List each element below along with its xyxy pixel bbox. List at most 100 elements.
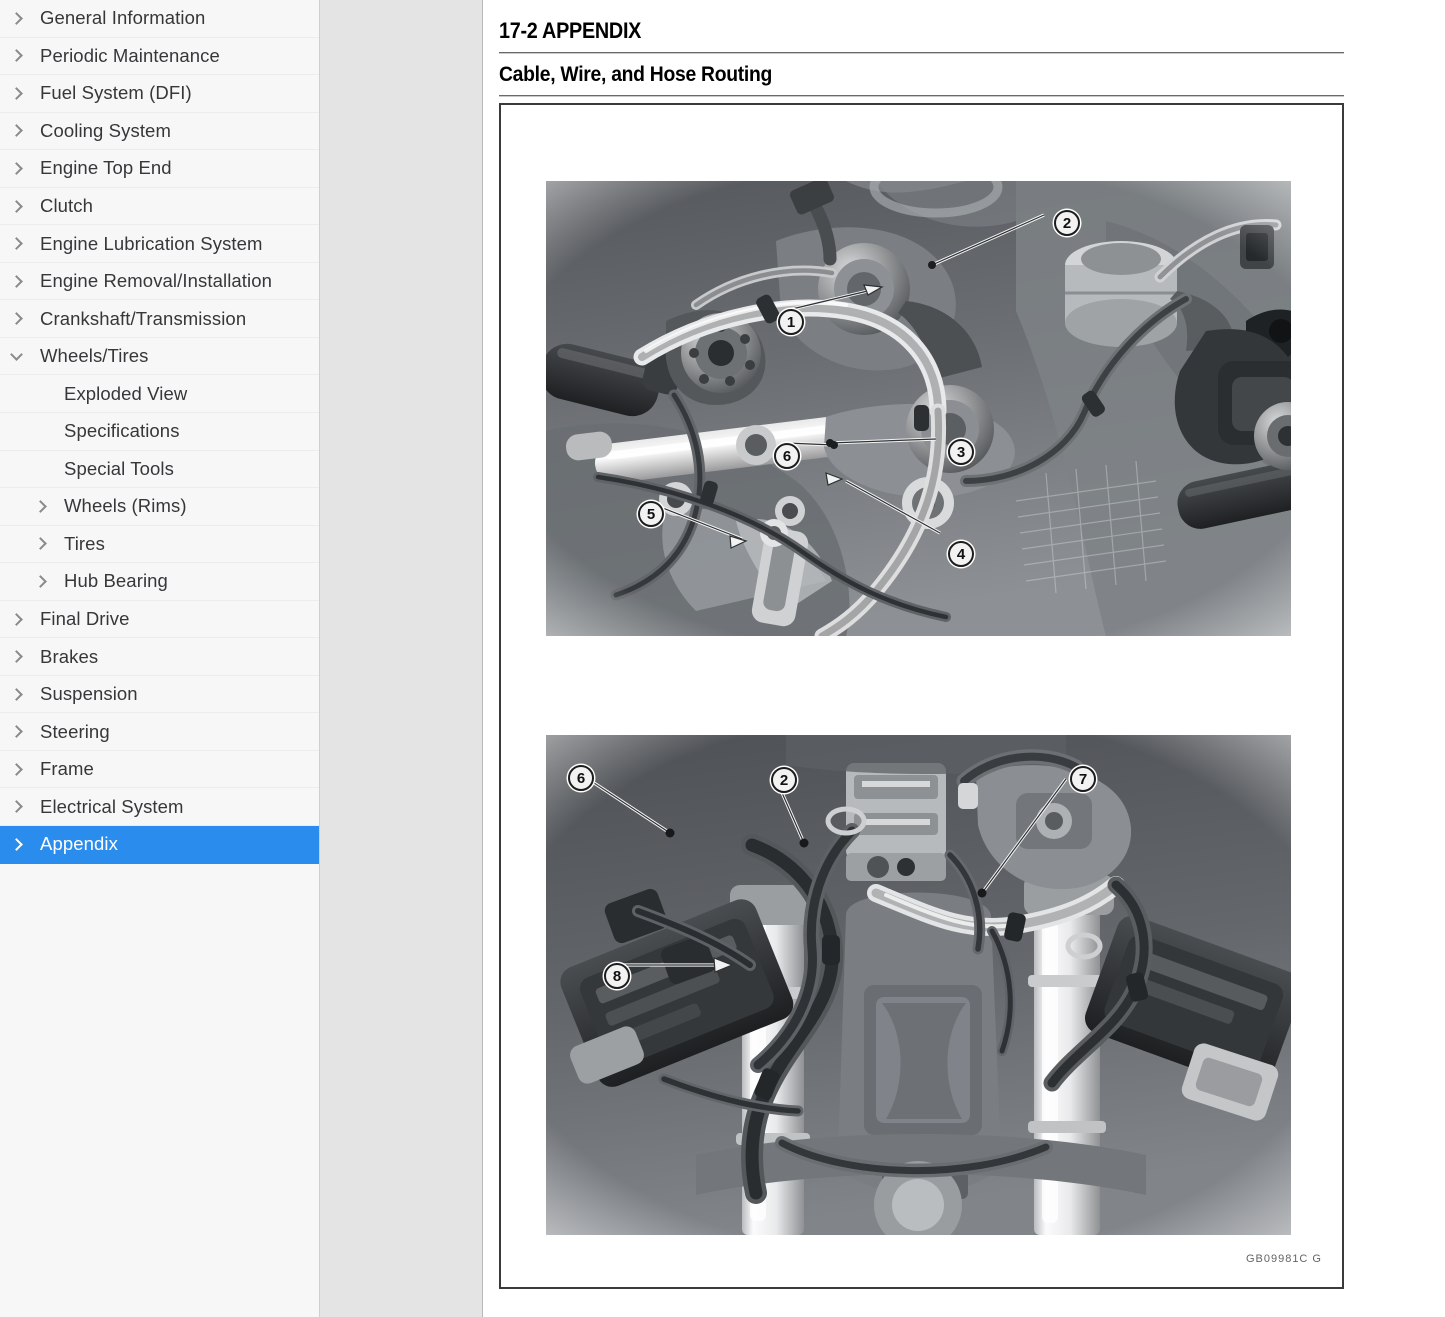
sidebar-item-label: Engine Removal/Installation [40, 270, 272, 292]
chevron-right-icon[interactable] [0, 188, 40, 225]
chevron-right-icon-glyph [34, 575, 47, 588]
callout-marker-2: 2 [771, 767, 797, 793]
document-pane: 17-2 APPENDIX Cable, Wire, and Hose Rout… [483, 0, 1445, 1317]
figure-2-artwork [546, 735, 1291, 1235]
callout-marker-6: 6 [774, 443, 800, 469]
sidebar-item-specifications[interactable]: Specifications [0, 413, 319, 451]
chevron-right-icon-glyph [10, 650, 23, 663]
chevron-right-icon[interactable] [0, 38, 40, 75]
chevron-right-icon-glyph [10, 613, 23, 626]
sidebar-item-exploded-view[interactable]: Exploded View [0, 375, 319, 413]
sidebar-item-steering[interactable]: Steering [0, 713, 319, 751]
chevron-right-icon[interactable] [0, 263, 40, 300]
chevron-right-icon[interactable] [0, 563, 64, 600]
chevron-right-icon-glyph [10, 12, 23, 25]
chevron-right-icon[interactable] [0, 0, 40, 37]
figure-1-artwork [546, 181, 1291, 636]
no-icon-spacer [0, 413, 64, 450]
sidebar-item-label: Brakes [40, 646, 98, 668]
chevron-right-icon[interactable] [0, 488, 64, 525]
chevron-right-icon-glyph [10, 200, 23, 213]
chevron-right-icon[interactable] [0, 713, 40, 750]
sidebar-item-general-information[interactable]: General Information [0, 0, 319, 38]
callout-marker-7: 7 [1070, 766, 1096, 792]
sidebar-item-label: Exploded View [64, 383, 187, 405]
chevron-right-icon[interactable] [0, 113, 40, 150]
sidebar-item-label: Electrical System [40, 796, 184, 818]
chevron-right-icon[interactable] [0, 676, 40, 713]
figure-1-image [546, 181, 1291, 636]
sidebar-item-final-drive[interactable]: Final Drive [0, 601, 319, 639]
figure-handlebar-routing: 123456 [546, 181, 1291, 636]
sidebar-item-crankshaft-transmission[interactable]: Crankshaft/Transmission [0, 300, 319, 338]
sidebar-item-brakes[interactable]: Brakes [0, 638, 319, 676]
chevron-right-icon-glyph [34, 500, 47, 513]
figure-code-label: GB09981C G [1246, 1253, 1322, 1265]
sidebar-item-list: General Information Periodic Maintenance F… [0, 0, 319, 864]
sidebar-item-clutch[interactable]: Clutch [0, 188, 319, 226]
sidebar-item-appendix[interactable]: Appendix [0, 826, 319, 864]
callout-marker-3: 3 [948, 439, 974, 465]
chevron-right-icon-glyph [34, 538, 47, 551]
chevron-right-icon-glyph [10, 688, 23, 701]
chevron-right-icon-glyph [10, 312, 23, 325]
sidebar-item-label: Final Drive [40, 608, 130, 630]
chevron-right-icon[interactable] [0, 601, 40, 638]
callout-marker-8: 8 [604, 963, 630, 989]
callout-marker-5: 5 [638, 501, 664, 527]
sidebar-item-label: Wheels (Rims) [64, 495, 187, 517]
page-title: 17-2 APPENDIX [499, 18, 1260, 44]
sidebar-item-periodic-maintenance[interactable]: Periodic Maintenance [0, 38, 319, 76]
sidebar-item-engine-lubrication-system[interactable]: Engine Lubrication System [0, 225, 319, 263]
sidebar-item-label: Engine Lubrication System [40, 233, 263, 255]
chevron-right-icon-glyph [10, 87, 23, 100]
manual-viewer-window: General Information Periodic Maintenance F… [0, 0, 1445, 1317]
figure-engine-routing: 6 2 7 8 [546, 735, 1291, 1235]
chevron-right-icon-glyph [10, 125, 23, 138]
chevron-right-icon[interactable] [0, 150, 40, 187]
sidebar-item-electrical-system[interactable]: Electrical System [0, 788, 319, 826]
callout-marker-4: 4 [948, 541, 974, 567]
chevron-right-icon[interactable] [0, 225, 40, 262]
sidebar-item-hub-bearing[interactable]: Hub Bearing [0, 563, 319, 601]
sidebar-item-wheels-rims[interactable]: Wheels (Rims) [0, 488, 319, 526]
sidebar-item-label: Clutch [40, 195, 93, 217]
chevron-right-icon[interactable] [0, 788, 40, 825]
callout-marker-2: 2 [1054, 210, 1080, 236]
page-header-block: 17-2 APPENDIX Cable, Wire, and Hose Rout… [499, 18, 1344, 97]
chevron-down-icon[interactable] [0, 338, 40, 375]
sidebar-item-suspension[interactable]: Suspension [0, 676, 319, 714]
no-icon-spacer [0, 375, 64, 412]
sidebar-item-label: Crankshaft/Transmission [40, 308, 246, 330]
sidebar-item-label: Cooling System [40, 120, 171, 142]
sidebar-item-engine-removal-installation[interactable]: Engine Removal/Installation [0, 263, 319, 301]
sidebar-item-label: Hub Bearing [64, 570, 168, 592]
sidebar-item-tires[interactable]: Tires [0, 526, 319, 564]
chevron-right-icon[interactable] [0, 300, 40, 337]
sidebar-item-label: Suspension [40, 683, 138, 705]
chevron-right-icon[interactable] [0, 638, 40, 675]
chevron-right-icon[interactable] [0, 826, 40, 863]
chevron-right-icon[interactable] [0, 526, 64, 563]
chevron-right-icon-glyph [10, 49, 23, 62]
sidebar-navigation[interactable]: General Information Periodic Maintenance F… [0, 0, 320, 1317]
chevron-right-icon-glyph [10, 237, 23, 250]
chevron-right-icon[interactable] [0, 75, 40, 112]
chevron-down-icon-glyph [10, 348, 23, 361]
sidebar-item-wheels-tires[interactable]: Wheels/Tires [0, 338, 319, 376]
sidebar-item-label: Appendix [40, 833, 118, 855]
sidebar-item-cooling-system[interactable]: Cooling System [0, 113, 319, 151]
sidebar-item-label: Periodic Maintenance [40, 45, 220, 67]
sidebar-item-special-tools[interactable]: Special Tools [0, 451, 319, 489]
sidebar-item-engine-top-end[interactable]: Engine Top End [0, 150, 319, 188]
sidebar-item-frame[interactable]: Frame [0, 751, 319, 789]
sidebar-item-label: Fuel System (DFI) [40, 82, 192, 104]
chevron-right-icon[interactable] [0, 751, 40, 788]
sidebar-item-fuel-system-dfi[interactable]: Fuel System (DFI) [0, 75, 319, 113]
chevron-right-icon-glyph [10, 162, 23, 175]
callout-marker-6: 6 [568, 765, 594, 791]
figure-2-image [546, 735, 1291, 1235]
chevron-right-icon-glyph [10, 800, 23, 813]
sidebar-item-label: General Information [40, 7, 205, 29]
page-content-frame: 123456 [499, 103, 1344, 1289]
